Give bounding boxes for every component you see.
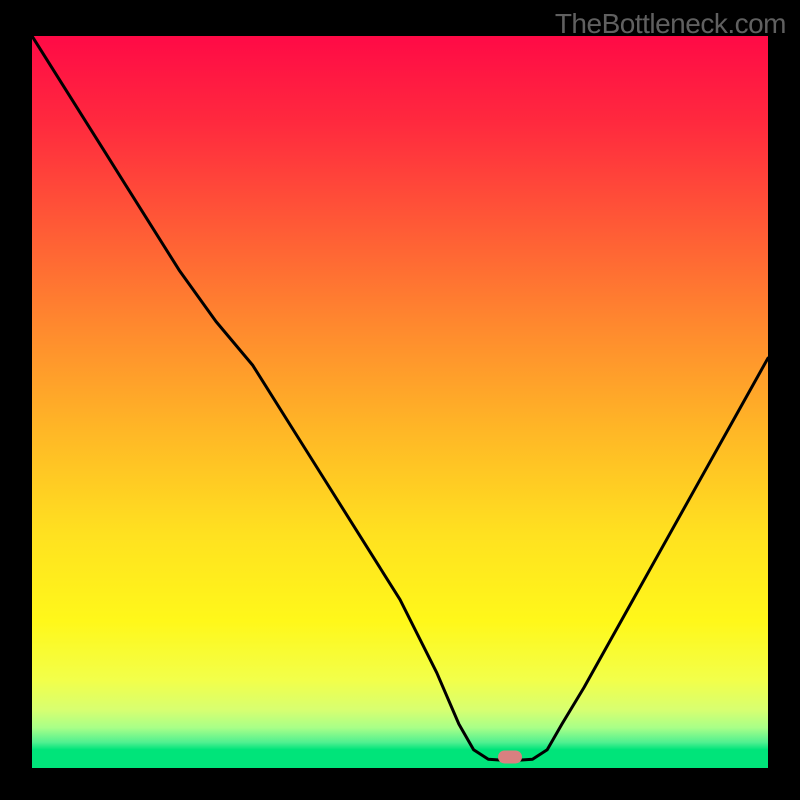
plot-area xyxy=(32,36,768,768)
watermark-text: TheBottleneck.com xyxy=(555,8,786,40)
curve-svg xyxy=(32,36,768,768)
bottleneck-curve xyxy=(32,36,768,761)
minimum-marker-pill xyxy=(498,751,522,764)
chart-frame: TheBottleneck.com xyxy=(0,0,800,800)
